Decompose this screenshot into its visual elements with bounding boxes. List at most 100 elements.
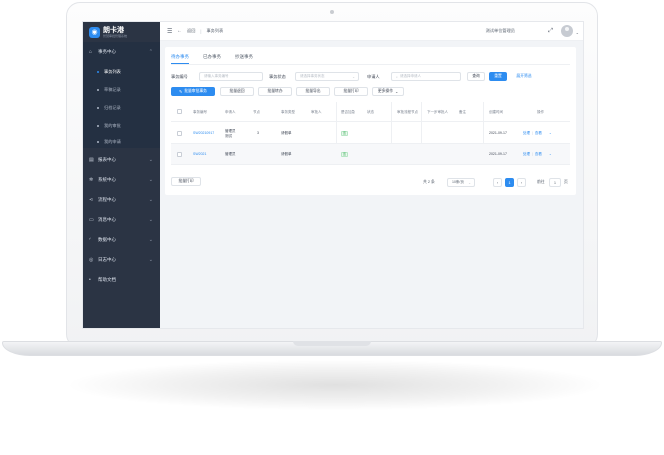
chevron-down-icon: ⌄ [395, 90, 399, 94]
laptop-notch [293, 341, 371, 346]
help-icon: • [89, 276, 91, 283]
nav-group-label: 事务中心 [98, 49, 116, 54]
back-link[interactable]: 返回 [187, 28, 195, 34]
column-header: 是否加急 [341, 109, 355, 114]
menu-fold-icon[interactable]: ☰ [167, 28, 173, 35]
app-logo[interactable]: ◉ 朗卡港 智慧审批管理系统 [89, 25, 155, 39]
nav-group-help[interactable]: • 帮助文档 [83, 270, 160, 290]
nav-group-data[interactable]: ◜ 数据中心 ⌄ [83, 230, 160, 250]
applicant-sub: 测试 [225, 133, 232, 138]
chevron-down-icon[interactable]: ⌄ [576, 30, 579, 35]
chart-icon: ▤ [89, 156, 94, 163]
gear-icon: ✲ [89, 176, 94, 183]
view-link[interactable]: 查看 [535, 131, 542, 136]
tab-pending[interactable]: 待办事务 [171, 50, 189, 64]
top-bar: ☰ ← 返回 | 事务列表 测试单位管理员 ⤢ ⌄ [160, 22, 583, 41]
action-separator: | [532, 131, 533, 136]
chevron-down-icon: ⌄ [468, 180, 471, 185]
avatar[interactable] [561, 25, 573, 37]
next-page-button[interactable]: › [517, 178, 526, 187]
app-screen: ◉ 朗卡港 智慧审批管理系统 ⌂ 事务中心 ⌃ 事务列表 草稿记录 归档记录 我… [82, 21, 584, 329]
affair-id-link[interactable]: SW20210917 [193, 123, 221, 144]
applicant-select[interactable]: ⌕ 请选择申请人 [391, 72, 461, 81]
row-checkbox[interactable] [177, 131, 182, 136]
expand-filter-link[interactable]: 展开筛选 [511, 72, 537, 81]
breadcrumb: 事务列表 [206, 28, 224, 33]
nav-group-label: 日志中心 [98, 257, 116, 262]
nav-group-workflow[interactable]: ⋖ 流程中心 ⌄ [83, 190, 160, 210]
page-1-button[interactable]: 1 [505, 178, 514, 187]
batch-transfer-button[interactable]: 批量转办 [258, 87, 292, 96]
prev-page-button[interactable]: ‹ [493, 178, 502, 187]
chevron-down-icon: ⌄ [148, 257, 153, 263]
batch-print-button[interactable]: 批量打印 [334, 87, 368, 96]
reset-button[interactable]: 重置 [489, 72, 507, 81]
affair-id-input[interactable]: 请输入事务编号 [199, 72, 263, 81]
search-icon: ⌕ [396, 74, 398, 79]
batch-return-button[interactable]: 批量退回 [220, 87, 254, 96]
sidebar-item-drafts[interactable]: 草稿记录 [83, 80, 160, 100]
batch-print-bottom-button[interactable]: 批量打印 [171, 177, 201, 186]
row-checkbox[interactable] [177, 152, 182, 157]
batch-export-button[interactable]: 批量导出 [296, 87, 330, 96]
sidebar-item-label: 事务列表 [104, 69, 121, 74]
chevron-down-icon: ⌄ [148, 217, 153, 223]
query-button[interactable]: 查询 [467, 72, 485, 81]
sidebar-item-archive[interactable]: 归档记录 [83, 98, 160, 118]
status-select[interactable]: 请选择事务状态 ⌄ [295, 72, 359, 81]
created-cell: 2021-09-17 [489, 152, 507, 157]
nav-group-messages[interactable]: ▭ 消息中心 ⌄ [83, 210, 160, 230]
view-link[interactable]: 查看 [535, 152, 542, 157]
process-link[interactable]: 处理 [523, 131, 530, 136]
actions-cell: 处理 | 查看 ⌄ [523, 144, 552, 165]
applicant-cell: 管理员 测试 [225, 123, 251, 144]
nav-group-affairs[interactable]: ⌂ 事务中心 ⌃ [83, 42, 160, 62]
sidebar-item-my-requests[interactable]: 我的申请 [83, 132, 160, 152]
node-cell: 3 [257, 131, 259, 136]
affair-id-link[interactable]: SW2021 [193, 144, 221, 165]
column-header: 下一步审批人 [427, 109, 448, 114]
nav-group-system[interactable]: ✲ 系统中心 ⌄ [83, 170, 160, 190]
database-icon: ◜ [89, 236, 91, 243]
affair-card: 待办事务 已办事务 抄送事务 事务编号 请输入事务编号 事务状态 请选择事务状态… [165, 47, 576, 195]
message-icon: ▭ [89, 216, 94, 223]
goto-page-value: 1 [554, 180, 556, 185]
fullscreen-icon[interactable]: ⤢ [548, 28, 553, 35]
filter-label-status: 事务状态 [269, 73, 286, 79]
bullet-icon [97, 125, 99, 127]
batch-approve-label: 批量审批事务 [184, 89, 207, 93]
sidebar-item-label: 我的审批 [104, 123, 121, 128]
log-icon: ◎ [89, 256, 94, 263]
column-header: 审批流程节点 [397, 109, 418, 114]
nav-group-reports[interactable]: ▤ 报表中心 ⌄ [83, 150, 160, 170]
logo-icon: ◉ [89, 26, 100, 38]
chevron-down-icon: ⌄ [148, 197, 153, 203]
chevron-down-icon[interactable]: ⌄ [549, 131, 552, 136]
sidebar-item-affair-list[interactable]: 事务列表 [83, 62, 160, 82]
nav-group-label: 系统中心 [98, 177, 116, 182]
chevron-down-icon[interactable]: ⌄ [549, 152, 552, 157]
table-row[interactable]: SW2021 管理员 请假单 否 2021-09-17 处理 | 查看 ⌄ [171, 144, 570, 165]
logo-subtitle: 智慧审批管理系统 [103, 33, 128, 38]
affair-id-placeholder: 请输入事务编号 [204, 74, 229, 78]
goto-page-input[interactable]: 1 [549, 178, 561, 187]
page-size-select[interactable]: 10条/页 ⌄ [447, 178, 475, 187]
process-link[interactable]: 处理 [523, 152, 530, 157]
nav-group-logs[interactable]: ◎ 日志中心 ⌄ [83, 250, 160, 270]
nav-group-label: 数据中心 [98, 237, 116, 242]
page-size-value: 10条/页 [452, 180, 464, 184]
sidebar: ◉ 朗卡港 智慧审批管理系统 ⌂ 事务中心 ⌃ 事务列表 草稿记录 归档记录 我… [83, 22, 160, 328]
nav-group-label: 消息中心 [98, 217, 116, 222]
created-cell: 2021-09-17 [489, 131, 507, 136]
action-separator: | [532, 152, 533, 157]
batch-approve-button[interactable]: ✎ 批量审批事务 [171, 87, 215, 96]
filter-label-id: 事务编号 [171, 73, 188, 79]
tab-done[interactable]: 已办事务 [203, 50, 221, 64]
home-icon: ⌂ [89, 48, 93, 55]
table-row[interactable]: SW20210917 管理员 测试 3 请假单 否 2021-09-17 处理 [171, 123, 570, 144]
more-actions-button[interactable]: 更多操作 ⌄ [372, 87, 404, 96]
select-all-checkbox[interactable] [177, 109, 182, 114]
main-content: 待办事务 已办事务 抄送事务 事务编号 请输入事务编号 事务状态 请选择事务状态… [160, 41, 583, 328]
arrow-left-icon[interactable]: ← [177, 28, 183, 34]
tab-cc[interactable]: 抄送事务 [235, 50, 253, 64]
